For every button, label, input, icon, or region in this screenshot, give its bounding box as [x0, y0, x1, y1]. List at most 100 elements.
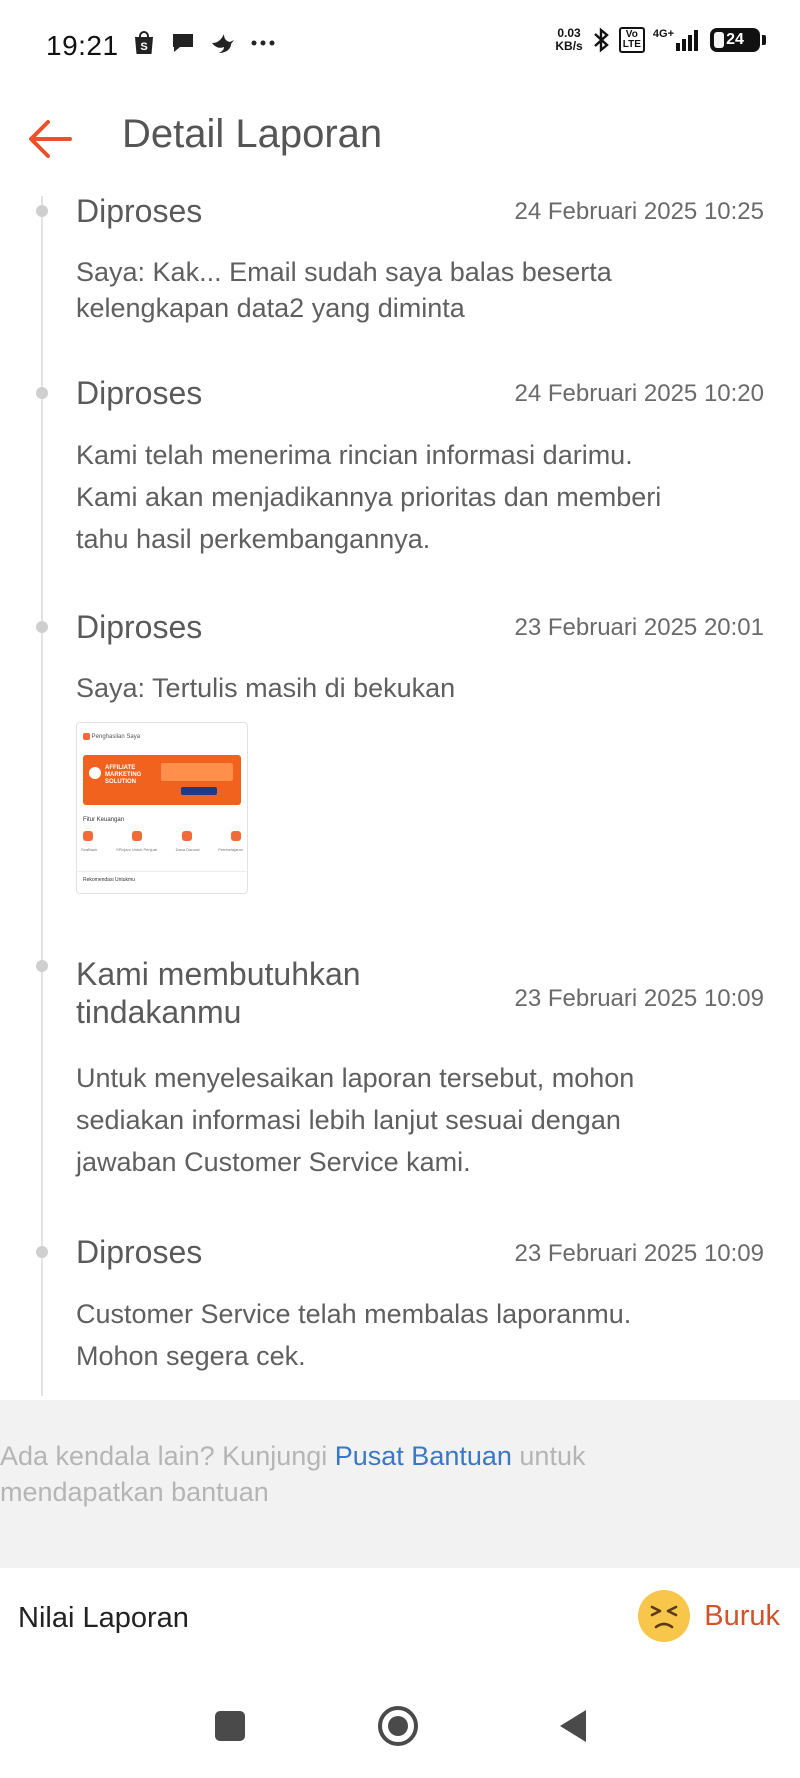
thumbnail-footer: Rekomendasi Untukmu [83, 877, 135, 883]
timeline-dot [36, 387, 48, 399]
entry-description: Customer Service telah membalas laporanm… [76, 1293, 736, 1377]
entry-description-line: Kami akan menjadikannya prioritas dan me… [76, 482, 662, 512]
cellular-signal: 4G+ [653, 29, 702, 51]
entry-date: 23 Februari 2025 10:09 [514, 1240, 764, 1267]
dissatisfied-face-icon [638, 1590, 691, 1642]
system-nav-bar [0, 1672, 800, 1778]
learning-icon [230, 831, 241, 841]
entry-description-line: Untuk menyelesaikan laporan tersebut, mo… [76, 1063, 635, 1093]
timeline-line [41, 196, 43, 1396]
affiliate-logo-icon [89, 767, 101, 779]
thumbnail-divider [77, 871, 247, 872]
battery-level [714, 32, 724, 48]
volte-badge: Vo LTE [618, 27, 645, 53]
thumbnail-feature-label: Dana Darurat [175, 847, 200, 852]
back-button[interactable] [24, 112, 78, 166]
app-header: Detail Laporan [0, 96, 800, 180]
thumbnail-feature-label: SeaBank [81, 847, 98, 852]
thumbnail-feature-icons [83, 831, 241, 841]
recent-apps-button[interactable] [208, 1704, 252, 1748]
entry-description: Untuk menyelesaikan laporan tersebut, mo… [76, 1057, 736, 1183]
status-indicators: 0.03 KB/s Vo LTE 4G+ 24 [555, 26, 766, 54]
bank-icon [83, 831, 93, 841]
entry-status-line: Kami membutuhkan [76, 956, 361, 992]
help-banner: Ada kendala lain? Kunjungi Pusat Bantuan… [0, 1400, 800, 1568]
banner-cta [181, 787, 217, 795]
triangle-back-icon [560, 1710, 586, 1742]
entry-description-line: kelengkapan data2 yang diminta [76, 293, 465, 323]
home-button[interactable] [376, 1704, 420, 1748]
dissatisfied-face-glyph [650, 1605, 678, 1629]
entry-status: Diproses [76, 609, 203, 645]
entry-description: Saya: Tertulis masih di bekukan [76, 667, 736, 709]
shopee-bag-icon: S [135, 31, 153, 54]
bird-icon [212, 34, 234, 53]
chat-bubble-icon [173, 34, 193, 52]
back-arrow-icon [29, 120, 72, 158]
entry-description: Kami telah menerima rincian informasi da… [76, 434, 736, 560]
entry-date: 24 Februari 2025 10:20 [514, 380, 764, 407]
thumbnail-feature-label: SPinjam Untuk Penjual [115, 847, 157, 852]
entry-date: 24 Februari 2025 10:25 [514, 198, 764, 225]
square-icon [215, 1711, 245, 1741]
entry-status: Kami membutuhkan tindakanmu [76, 955, 361, 1031]
thumbnail-banner-text: AFFILIATE MARKETING SOLUTION [105, 765, 142, 785]
entry-description-line: Customer Service telah membalas laporanm… [76, 1299, 632, 1329]
network-speed: 0.03 KB/s [555, 27, 582, 53]
entry-description-line: Saya: Kak... Email sudah saya balas bese… [76, 257, 612, 287]
rating-label: Nilai Laporan [18, 1602, 189, 1634]
thumbnail-banner: AFFILIATE MARKETING SOLUTION [83, 755, 241, 805]
entry-description-line: sediakan informasi lebih lanjut sesuai d… [76, 1105, 621, 1135]
notification-icons: S [132, 30, 276, 56]
entry-description-line: Kami telah menerima rincian informasi da… [76, 440, 633, 470]
timeline-dot [36, 205, 48, 217]
circle-home-icon [378, 1706, 418, 1746]
entry-status-line: tindakanmu [76, 994, 242, 1030]
thumbnail-feature-label: Pembelajaran [218, 847, 243, 852]
volte-bottom: LTE [622, 39, 641, 50]
timeline-dot [36, 621, 48, 633]
help-prefix: Ada kendala lain? Kunjungi [0, 1441, 335, 1471]
entry-description-line: Saya: Tertulis masih di bekukan [76, 673, 456, 703]
timeline-dot [36, 1246, 48, 1258]
battery-percent: 24 [726, 31, 744, 48]
status-time: 19:21 [46, 30, 119, 61]
entry-date: 23 Februari 2025 20:01 [514, 614, 764, 641]
banner-promo-block [161, 763, 233, 781]
rating-value: Buruk [704, 1599, 780, 1632]
report-rating: Nilai Laporan Buruk [0, 1568, 800, 1673]
entry-description-line: jawaban Customer Service kami. [76, 1147, 471, 1177]
page-title: Detail Laporan [122, 112, 383, 156]
bluetooth-icon [593, 27, 609, 53]
entry-description: Saya: Kak... Email sudah saya balas bese… [76, 254, 736, 326]
thumbnail-section-title: Fitur Keuangan [83, 817, 125, 823]
timeline-dot [36, 960, 48, 972]
network-speed-unit: KB/s [555, 39, 583, 53]
thumbnail-feature-labels: SeaBank SPinjam Untuk Penjual Dana Darur… [81, 847, 243, 852]
entry-description-line: Mohon segera cek. [76, 1341, 306, 1371]
help-line-1: Ada kendala lain? Kunjungi Pusat Bantuan… [0, 1438, 700, 1474]
thumbnail-header: Penghasilan Saya [83, 733, 241, 745]
network-type: 4G+ [652, 28, 674, 40]
help-line-2: mendapatkan bantuan [0, 1477, 269, 1507]
thumbnail-header-text: Penghasilan Saya [91, 734, 141, 741]
loan-icon [132, 831, 143, 841]
entry-status: Diproses [76, 1234, 203, 1270]
entry-date: 23 Februari 2025 10:09 [514, 985, 764, 1012]
attachment-thumbnail[interactable]: Penghasilan Saya AFFILIATE MARKETING SOL… [76, 722, 248, 894]
help-text: Ada kendala lain? Kunjungi Pusat Bantuan… [0, 1438, 700, 1510]
rating-selector[interactable]: Buruk [638, 1590, 780, 1642]
wallet-icon [83, 733, 90, 740]
help-center-link[interactable]: Pusat Bantuan [335, 1441, 512, 1471]
signal-bars-icon [676, 30, 698, 51]
status-bar: 19:21 S 0.03 KB/s Vo LTE 4G+ 24 [0, 0, 800, 96]
back-nav-button[interactable] [552, 1704, 596, 1748]
more-notifications-icon [251, 40, 275, 46]
battery-indicator: 24 [710, 28, 766, 52]
entry-status: Diproses [76, 193, 203, 229]
emergency-fund-icon [181, 831, 192, 841]
entry-status: Diproses [76, 375, 203, 411]
help-suffix: untuk [511, 1441, 586, 1471]
entry-description-line: tahu hasil perkembangannya. [76, 524, 431, 554]
svg-text:S: S [140, 41, 147, 53]
